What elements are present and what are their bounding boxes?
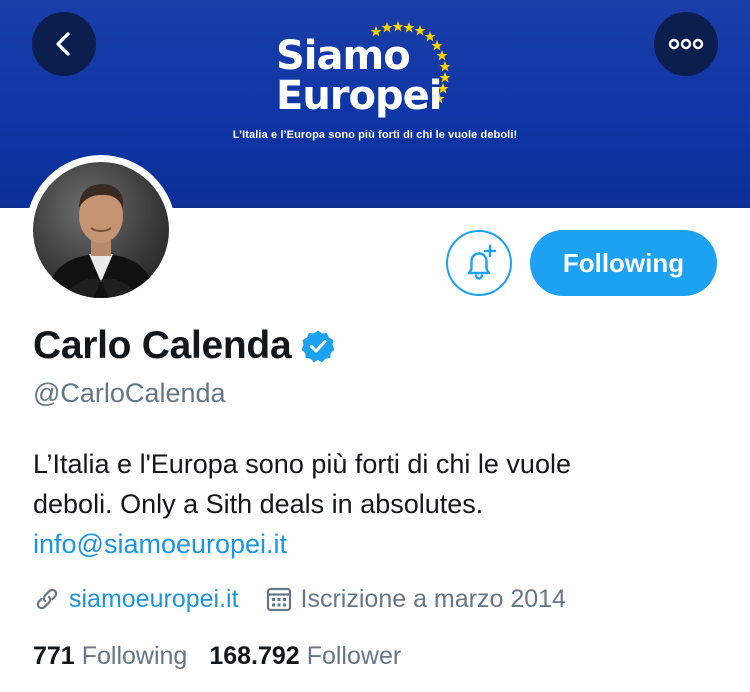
avatar bbox=[33, 162, 169, 298]
more-horizontal-icon bbox=[668, 38, 704, 50]
bio-email-link[interactable]: info@siamoeuropei.it bbox=[33, 524, 723, 564]
banner-tagline: L’Italia e l’Europa sono più forti di ch… bbox=[232, 129, 518, 141]
bio-line: L’Italia e l'Europa sono più forti di ch… bbox=[33, 449, 571, 479]
bio-line: deboli. Only a Sith deals in absolutes. bbox=[33, 489, 484, 519]
profile-bio: L’Italia e l'Europa sono più forti di ch… bbox=[33, 444, 723, 564]
chevron-left-icon bbox=[56, 32, 70, 56]
avatar-frame[interactable] bbox=[26, 155, 176, 305]
verified-badge-icon bbox=[301, 330, 335, 363]
bell-plus-icon bbox=[467, 244, 497, 280]
profile-handle: @CarloCalenda bbox=[33, 378, 226, 408]
following-count[interactable]: 771 bbox=[33, 642, 75, 671]
siamo-europei-logo: Siamo Europei bbox=[276, 21, 476, 126]
website-link[interactable]: siamoeuropei.it bbox=[69, 585, 239, 614]
profile-name-row: Carlo Calenda bbox=[33, 322, 335, 370]
link-icon bbox=[36, 588, 58, 610]
logo-text-line1: Siamo bbox=[276, 33, 411, 79]
profile-meta: siamoeuropei.it Iscrizione a marzo 2014 bbox=[33, 580, 566, 618]
calendar-icon bbox=[266, 587, 291, 612]
followers-label[interactable]: Follower bbox=[307, 642, 401, 671]
following-label[interactable]: Following bbox=[82, 642, 188, 671]
profile-stats: 771 Following 168.792 Follower bbox=[33, 638, 401, 674]
following-button[interactable]: Following bbox=[530, 230, 717, 296]
notifications-button[interactable] bbox=[446, 230, 512, 296]
followers-count[interactable]: 168.792 bbox=[209, 642, 299, 671]
more-options-button[interactable] bbox=[654, 12, 718, 76]
logo-text-line2: Europei bbox=[276, 73, 442, 119]
profile-photo bbox=[43, 184, 159, 298]
joined-date: Iscrizione a marzo 2014 bbox=[300, 584, 566, 613]
back-button[interactable] bbox=[32, 12, 96, 76]
display-name: Carlo Calenda bbox=[33, 324, 292, 367]
